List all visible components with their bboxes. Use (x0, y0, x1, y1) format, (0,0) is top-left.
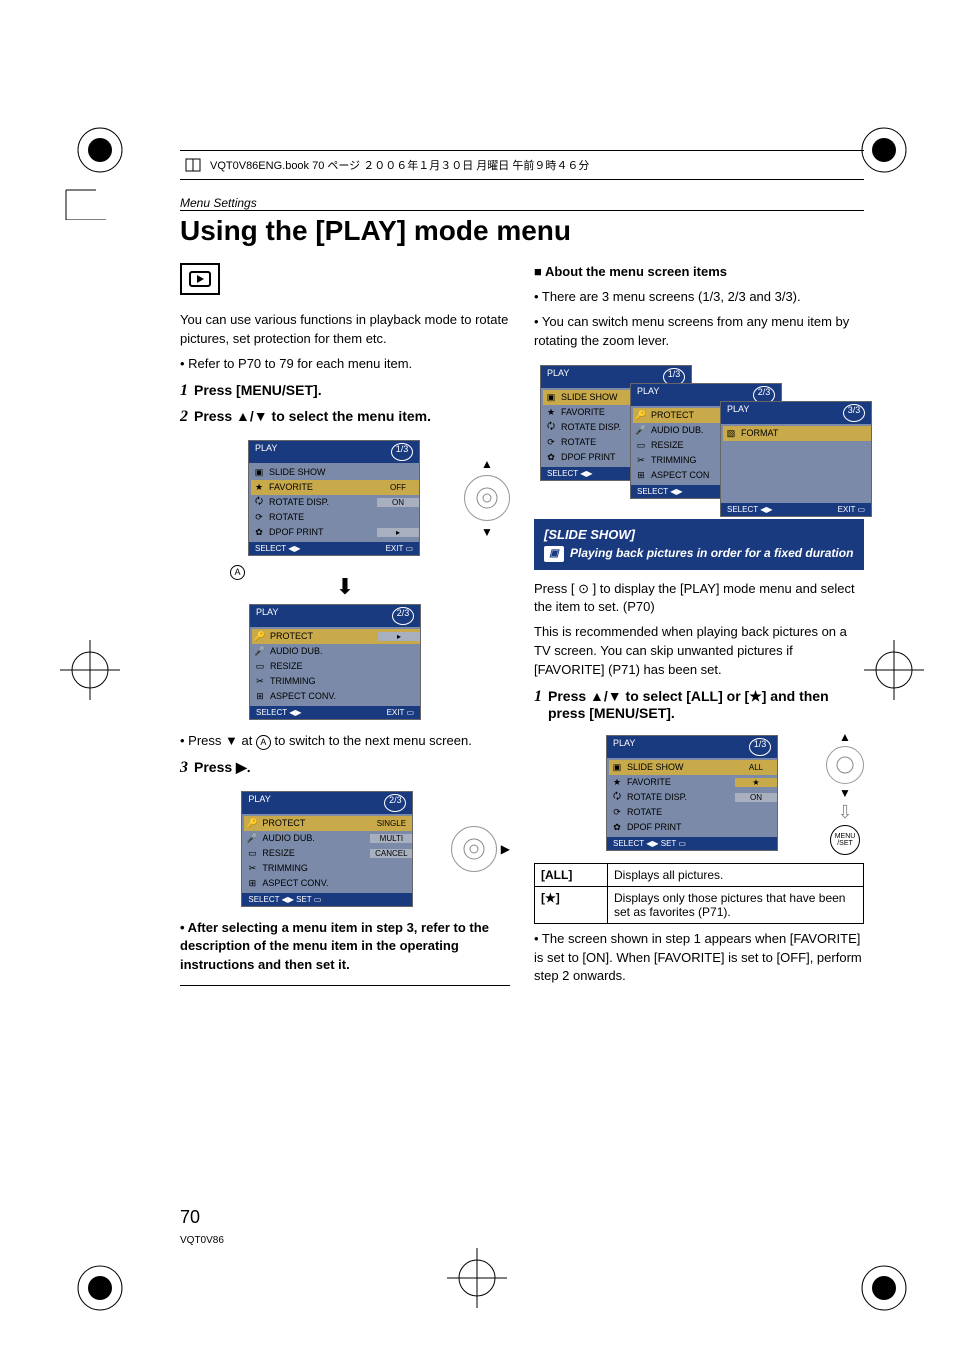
menu-screen-3: PLAY2/3 🔑PROTECTSINGLE🎤AUDIO DUB.MULTI▭R… (241, 791, 413, 907)
marker-a: A (230, 565, 245, 580)
menu-item: ⊞ASPECT CONV. (244, 876, 412, 891)
menu-item: 🔑PROTECT▸ (252, 629, 420, 644)
up-arrow-icon: ▲ (481, 457, 493, 471)
menu-item (723, 486, 871, 501)
step-3: 3Press ▶. (180, 759, 510, 777)
menu-item: 🗘ROTATE DISP.ON (251, 495, 419, 510)
cascade-menu-3: PLAY3/3 ▧FORMAT SELECT ◀▶EXIT ▭ (720, 401, 872, 517)
slide-show-header: [SLIDE SHOW] ▣Playing back pictures in o… (534, 519, 864, 570)
page-number: 70 (180, 1207, 200, 1228)
menu-item (723, 456, 871, 471)
page-title: Using the [PLAY] mode menu (180, 215, 864, 247)
joystick-icon-3 (826, 746, 864, 784)
menu-item: 🎤AUDIO DUB. (252, 644, 420, 659)
menu-item: ✂TRIMMING (244, 861, 412, 876)
about-1: • There are 3 menu screens (1/3, 2/3 and… (534, 288, 864, 307)
menu-screen-1: PLAY1/3 ▣SLIDE SHOW★FAVORITEOFF🗘ROTATE D… (248, 440, 420, 556)
crop-mark-tl (60, 120, 140, 220)
menu-item: 🎤AUDIO DUB.MULTI (244, 831, 412, 846)
menu-item: ✿DPOF PRINT (609, 820, 777, 835)
menu-item: 🔑PROTECTSINGLE (244, 816, 412, 831)
menu-item: ⊞ASPECT CONV. (252, 689, 420, 704)
about-2: • You can switch menu screens from any m… (534, 313, 864, 351)
recommended-text: This is recommended when playing back pi… (534, 623, 864, 680)
transition-arrow: ⬇ (180, 578, 510, 596)
slideshow-menu: PLAY1/3 ▣SLIDE SHOWALL★FAVORITE★🗘ROTATE … (606, 735, 778, 851)
page-code: VQT0V86 (180, 1235, 224, 1246)
down-arrow-icon: ▼ (839, 786, 851, 800)
menu-item: ⟳ROTATE (609, 805, 777, 820)
center-reg-left (60, 640, 120, 700)
menu-item: ▧FORMAT (723, 426, 871, 441)
menu-item: ⟳ROTATE (251, 510, 419, 525)
right-arrow-icon: ▶ (501, 842, 510, 856)
menu-item: ▣SLIDE SHOW (251, 465, 419, 480)
options-table: [ALL]Displays all pictures. [★]Displays … (534, 863, 864, 924)
footnote: • The screen shown in step 1 appears whe… (534, 930, 864, 987)
down-arrow-icon: ▼ (481, 525, 493, 539)
step-2: 2Press ▲/▼ to select the menu item. (180, 408, 510, 426)
menu-screen-2: PLAY2/3 🔑PROTECT▸🎤AUDIO DUB.▭RESIZE✂TRIM… (249, 604, 421, 720)
intro-text-2: • Refer to P70 to 79 for each menu item. (180, 355, 510, 374)
section-label: Menu Settings (180, 196, 864, 211)
step-1: 1Press [MENU/SET]. (180, 382, 510, 400)
menu-item: ✿DPOF PRINT▸ (251, 525, 419, 540)
menu-item: ✂TRIMMING (252, 674, 420, 689)
menu-item: ★FAVORITEOFF (251, 480, 419, 495)
play-mode-icon (180, 263, 220, 295)
press-down-note: • Press ▼ at A to switch to the next men… (180, 732, 510, 751)
menu-item (723, 441, 871, 456)
menu-item: ▣SLIDE SHOWALL (609, 760, 777, 775)
menu-item: 🗘ROTATE DISP.ON (609, 790, 777, 805)
menu-set-badge: MENU/SET (830, 825, 860, 855)
crop-mark-bl (60, 1218, 140, 1318)
header-line: VQT0V86ENG.book 70 ページ ２００６年１月３０日 月曜日 午前… (180, 150, 864, 180)
joystick-icon-2 (451, 826, 497, 872)
press-menu-text: Press [ ⊙ ] to display the [PLAY] mode m… (534, 580, 864, 618)
menu-item: ★FAVORITE★ (609, 775, 777, 790)
intro-text-1: You can use various functions in playbac… (180, 311, 510, 349)
up-arrow-icon: ▲ (839, 730, 851, 744)
book-icon (184, 155, 204, 175)
menu-item: ▭RESIZECANCEL (244, 846, 412, 861)
down-arrow-outline-icon: ⇩ (837, 802, 852, 823)
after-select-note: • After selecting a menu item in step 3,… (180, 919, 510, 976)
menu-item: ▭RESIZE (252, 659, 420, 674)
slideshow-icon: ▣ (544, 546, 564, 562)
center-reg-right (864, 640, 924, 700)
header-text: VQT0V86ENG.book 70 ページ ２００６年１月３０日 月曜日 午前… (210, 157, 589, 173)
center-reg-bottom (447, 1248, 507, 1308)
about-header: ■ About the menu screen items (534, 263, 864, 282)
crop-mark-br (844, 1218, 924, 1318)
joystick-icon (464, 475, 510, 521)
right-step-1: 1Press ▲/▼ to select [ALL] or [★] and th… (534, 688, 864, 721)
menu-item (723, 471, 871, 486)
